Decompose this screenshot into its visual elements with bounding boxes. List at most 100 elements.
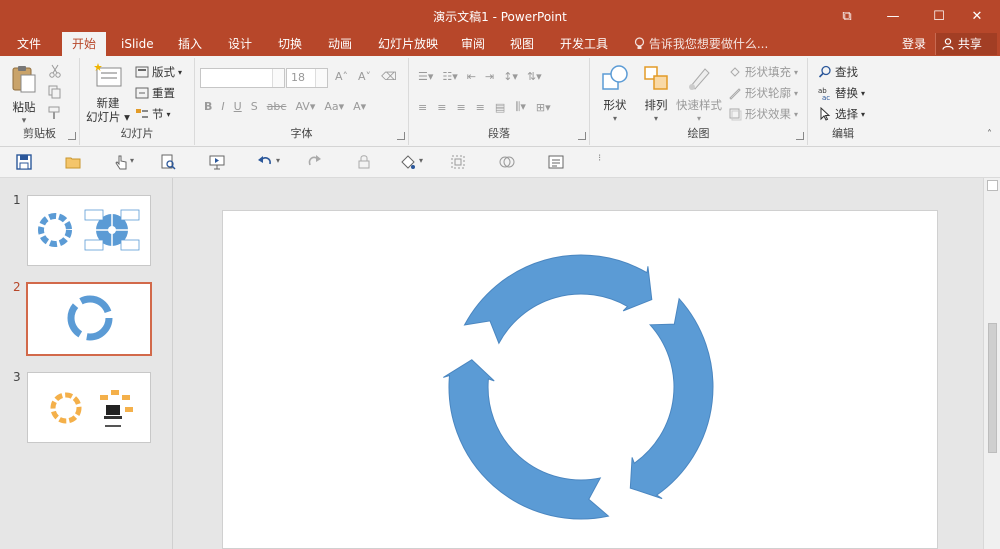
shrink-font-icon[interactable]: A˅ (358, 70, 371, 83)
underline-icon[interactable]: U (234, 100, 242, 113)
shape-fill-quick-dropdown-icon[interactable]: ▾ (419, 156, 435, 172)
strikethrough-icon[interactable]: abc (267, 100, 287, 113)
italic-icon[interactable]: I (221, 100, 224, 113)
customize-toolbar-icon[interactable]: ⁝ (598, 153, 614, 169)
open-folder-icon[interactable] (65, 154, 81, 170)
decrease-indent-icon[interactable]: ⇤ (467, 70, 476, 83)
collapse-ribbon-icon[interactable]: ˄ (987, 129, 992, 140)
ribbon-display-options-button[interactable]: ⧉ (824, 0, 870, 32)
minimize-button[interactable]: — (870, 0, 916, 32)
tab-view[interactable]: 视图 (510, 32, 534, 56)
slide-thumbnail-1[interactable] (27, 195, 151, 266)
char-spacing-icon[interactable]: AV▾ (295, 100, 315, 113)
font-size-input[interactable]: 18 (286, 68, 328, 88)
slideshow-from-start-icon[interactable] (209, 154, 225, 170)
scroll-up-arrow-icon[interactable] (987, 180, 998, 191)
align-center-icon[interactable]: ≡ (437, 101, 446, 114)
select-button[interactable]: 选择 ▾ (818, 106, 865, 122)
font-size-dropdown-icon[interactable] (315, 69, 327, 87)
arrange-dropdown-icon[interactable]: ▾ (638, 112, 674, 126)
new-slide-button[interactable]: 新建 幻灯片 ▾ (86, 62, 130, 124)
reset-button[interactable]: 重置 (135, 85, 175, 101)
login-link[interactable]: 登录 (902, 32, 926, 56)
clipboard-launcher-icon[interactable] (68, 132, 76, 140)
format-painter-icon[interactable] (48, 106, 62, 120)
replace-button[interactable]: ab ac 替换 ▾ (818, 85, 865, 101)
vertical-scrollbar[interactable] (983, 178, 1000, 549)
shapes-dropdown-icon[interactable]: ▾ (596, 112, 634, 126)
columns-icon[interactable]: ⫼▾ (515, 100, 526, 114)
slide-thumbnail-3[interactable] (27, 372, 151, 443)
numbering-icon[interactable]: ☷▾ (442, 70, 457, 83)
layout-button[interactable]: 版式 ▾ (135, 64, 182, 80)
share-button[interactable]: 共享 (935, 33, 997, 55)
paste-button[interactable]: 粘贴 ▾ (6, 64, 42, 128)
font-launcher-icon[interactable] (397, 132, 405, 140)
circular-arrow-segment-3[interactable] (443, 359, 610, 520)
group-objects-icon[interactable] (450, 154, 466, 170)
smartart-icon[interactable]: ⊞▾ (536, 101, 551, 114)
align-buttons: ≡ ≡ ≡ ≡ ▤ ⫼▾ ⊞▾ (418, 100, 551, 114)
align-left-icon[interactable]: ≡ (418, 101, 427, 114)
touch-mode-dropdown-icon[interactable]: ▾ (130, 156, 146, 172)
text-direction-icon[interactable]: ⇅▾ (527, 70, 542, 83)
circular-arrows-graphic[interactable] (223, 211, 939, 549)
save-icon[interactable] (16, 154, 32, 170)
tab-review[interactable]: 审阅 (461, 32, 485, 56)
arrange-button[interactable]: 排列 ▾ (638, 64, 674, 126)
section-button[interactable]: 节 ▾ (135, 106, 171, 122)
distributed-icon[interactable]: ▤ (495, 101, 505, 114)
copy-icon[interactable] (48, 85, 62, 99)
shape-effects-button[interactable]: 形状效果 ▾ (728, 106, 798, 122)
quick-styles-button[interactable]: 快速样式 ▾ (675, 64, 723, 126)
menu-bar: 文件 开始 iSlide 插入 设计 切换 动画 幻灯片放映 审阅 视图 开发工… (0, 32, 1000, 57)
justify-icon[interactable]: ≡ (476, 101, 485, 114)
bold-icon[interactable]: B (204, 100, 212, 113)
change-case-icon[interactable]: Aa▾ (324, 100, 344, 113)
scrollbar-thumb[interactable] (988, 323, 997, 453)
tab-islide[interactable]: iSlide (121, 32, 154, 56)
redo-icon[interactable] (306, 154, 322, 170)
undo-dropdown-icon[interactable]: ▾ (276, 156, 292, 172)
font-color-icon[interactable]: A▾ (353, 100, 366, 113)
paragraph-launcher-icon[interactable] (578, 132, 586, 140)
circular-arrow-segment-2[interactable] (629, 297, 714, 500)
font-name-dropdown-icon[interactable] (272, 69, 284, 87)
increase-indent-icon[interactable]: ⇥ (485, 70, 494, 83)
bullets-icon[interactable]: ☰▾ (418, 70, 433, 83)
tab-insert[interactable]: 插入 (178, 32, 202, 56)
close-button[interactable]: ✕ (954, 0, 1000, 32)
text-box-icon[interactable] (548, 154, 564, 170)
slide-number-1: 1 (13, 193, 21, 207)
merge-shapes-icon[interactable] (499, 154, 515, 170)
clear-format-icon[interactable]: ⌫ (381, 70, 397, 83)
tab-home[interactable]: 开始 (62, 32, 107, 57)
font-name-input[interactable] (200, 68, 285, 88)
drawing-launcher-icon[interactable] (796, 132, 804, 140)
tell-me-search[interactable]: 告诉我您想要做什么... (634, 32, 768, 56)
quick-styles-dropdown-icon[interactable]: ▾ (675, 112, 723, 126)
tab-transitions[interactable]: 切换 (278, 32, 302, 56)
grow-font-icon[interactable]: A˄ (335, 70, 348, 83)
find-button[interactable]: 查找 (818, 64, 858, 80)
align-right-icon[interactable]: ≡ (456, 101, 465, 114)
shape-outline-button[interactable]: 形状轮廓 ▾ (728, 85, 798, 101)
shape-fill-button[interactable]: 形状填充 ▾ (728, 64, 798, 80)
tab-slideshow[interactable]: 幻灯片放映 (378, 32, 438, 56)
touch-mode-icon[interactable] (113, 154, 129, 170)
lock-icon[interactable] (356, 154, 372, 170)
cut-icon[interactable] (48, 64, 62, 78)
tab-file[interactable]: 文件 (17, 32, 41, 56)
tab-developer[interactable]: 开发工具 (560, 32, 608, 56)
circular-arrow-segment-1[interactable] (463, 254, 653, 345)
undo-icon[interactable] (257, 154, 273, 170)
print-preview-icon[interactable] (160, 154, 176, 170)
line-spacing-icon[interactable]: ↕▾ (503, 70, 518, 83)
shadow-icon[interactable]: S (251, 100, 258, 113)
current-slide[interactable] (222, 210, 938, 549)
tab-design[interactable]: 设计 (228, 32, 252, 56)
tab-animations[interactable]: 动画 (328, 32, 352, 56)
slide-thumbnail-2[interactable] (26, 282, 152, 356)
shape-fill-quick-icon[interactable] (400, 154, 416, 170)
shapes-button[interactable]: 形状 ▾ (596, 64, 634, 126)
